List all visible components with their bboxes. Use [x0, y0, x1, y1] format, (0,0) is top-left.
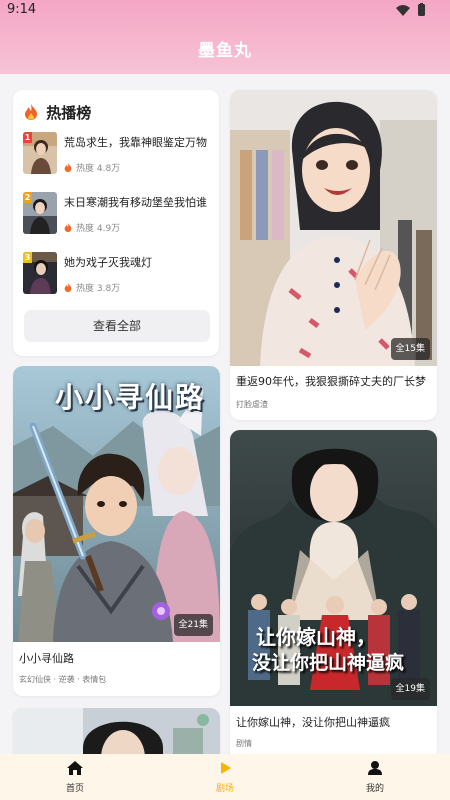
poster-title-line: 没让你把山神逼疯 — [252, 652, 405, 674]
drama-poster — [13, 708, 220, 754]
view-all-button[interactable]: 查看全部 — [24, 310, 210, 342]
drama-title: 让你嫁山神，没让你把山神逼疯 — [236, 716, 390, 729]
bottom-nav: 首页 剧场 我的 — [0, 754, 450, 800]
episode-badge: 全19集 — [390, 678, 430, 700]
user-icon — [368, 761, 382, 775]
hot-thumbnail: 3 — [23, 252, 57, 294]
rank-badge: 1 — [23, 132, 32, 143]
drama-card[interactable]: 全15集 重返90年代，我狠狠撕碎丈夫的厂长梦 打脸虐渣 — [230, 90, 437, 420]
wifi-icon — [396, 5, 410, 16]
hot-list-card: 热播榜 1 荒岛求生，我靠神眼鉴定万物 热度 4.8万 2 末日寒潮我有移动堡垒… — [13, 90, 219, 356]
drama-poster: 让你嫁山神， 没让你把山神逼疯 全19集 — [230, 430, 437, 706]
nav-label: 首页 — [65, 784, 84, 794]
episode-badge: 全21集 — [173, 614, 213, 636]
rank-badge: 2 — [23, 192, 32, 203]
nav-theater[interactable]: 剧场 — [150, 754, 300, 800]
hot-item-heat: 热度 3.8万 — [64, 281, 120, 294]
drama-title: 重返90年代，我狠狠撕碎丈夫的厂长梦 — [236, 375, 426, 388]
hot-thumbnail: 1 — [23, 132, 57, 174]
poster-title-line: 让你嫁山神， — [256, 625, 376, 649]
rank-badge: 3 — [23, 252, 32, 263]
hot-item-title: 她为戏子灭我魂灯 — [64, 256, 152, 269]
fire-icon — [25, 104, 37, 120]
fire-icon — [64, 283, 72, 292]
drama-tag: 玄幻仙侠 · 逆袭 · 表情包 — [19, 675, 107, 684]
app-title: 墨鱼丸 — [198, 41, 252, 61]
hot-list-item[interactable]: 1 荒岛求生，我靠神眼鉴定万物 热度 4.8万 — [23, 132, 213, 176]
drama-card[interactable]: 小小寻仙路 全21集 小小寻仙路 玄幻仙侠 · 逆袭 · 表情包 — [13, 366, 220, 696]
battery-icon — [418, 4, 425, 16]
drama-card[interactable] — [13, 708, 220, 754]
hot-item-title: 末日寒潮我有移动堡垒我怕谁 — [64, 196, 207, 209]
status-bar: 9:14 — [0, 0, 450, 22]
play-icon — [221, 762, 231, 774]
drama-poster: 全15集 — [230, 90, 437, 366]
drama-feed[interactable]: 热播榜 1 荒岛求生，我靠神眼鉴定万物 热度 4.8万 2 末日寒潮我有移动堡垒… — [0, 74, 450, 754]
hot-item-heat: 热度 4.8万 — [64, 161, 120, 174]
poster-title-text: 让你嫁山神， 没让你把山神逼疯 — [252, 624, 436, 676]
drama-card[interactable]: 让你嫁山神， 没让你把山神逼疯 全19集 让你嫁山神，没让你把山神逼疯 剧情 — [230, 430, 437, 754]
nav-label: 我的 — [365, 784, 384, 794]
app-header: 9:14 墨鱼丸 — [0, 0, 450, 74]
drama-tag: 打脸虐渣 — [236, 400, 268, 409]
fire-icon — [64, 223, 72, 232]
episode-badge: 全15集 — [390, 338, 430, 360]
status-icons — [396, 3, 425, 16]
status-time: 9:14 — [7, 2, 37, 17]
poster-title-text: 小小寻仙路 — [55, 381, 206, 414]
home-icon — [67, 761, 83, 775]
drama-title: 小小寻仙路 — [19, 652, 74, 665]
fire-icon — [64, 163, 72, 172]
hot-item-title: 荒岛求生，我靠神眼鉴定万物 — [64, 136, 207, 149]
drama-tag: 剧情 — [236, 739, 252, 748]
hot-list-title: 热播榜 — [46, 104, 92, 122]
hot-list-item[interactable]: 3 她为戏子灭我魂灯 热度 3.8万 — [23, 252, 213, 296]
hot-item-heat: 热度 4.9万 — [64, 221, 120, 234]
nav-home[interactable]: 首页 — [0, 754, 150, 800]
hot-list-header: 热播榜 — [24, 102, 91, 123]
nav-profile[interactable]: 我的 — [300, 754, 450, 800]
drama-poster: 小小寻仙路 全21集 — [13, 366, 220, 642]
hot-list-item[interactable]: 2 末日寒潮我有移动堡垒我怕谁 热度 4.9万 — [23, 192, 213, 236]
nav-label: 剧场 — [215, 784, 234, 794]
hot-thumbnail: 2 — [23, 192, 57, 234]
